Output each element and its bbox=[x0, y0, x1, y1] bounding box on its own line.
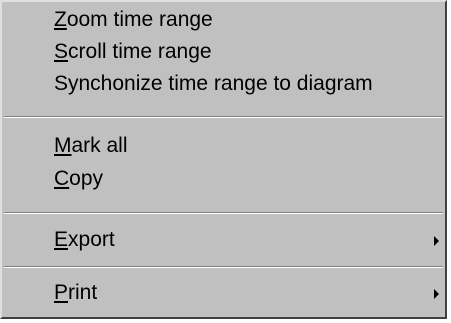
menu-item-label: Mark all bbox=[54, 130, 128, 162]
menu-item-text: rint bbox=[68, 281, 98, 304]
menu-item-label: Copy bbox=[54, 163, 103, 195]
menu-item-zoom-time-range[interactable]: Zoom time range bbox=[2, 4, 445, 36]
menu-item-text: ark all bbox=[71, 134, 128, 157]
menu-item-export[interactable]: Export bbox=[2, 224, 445, 256]
menu-item-text: oom time range bbox=[66, 8, 213, 31]
menu-item-label: Export bbox=[54, 224, 115, 256]
menu-item-accelerator: C bbox=[54, 167, 70, 190]
menu-item-label: Print bbox=[54, 277, 97, 309]
menu-item-text: Synchonize time range to diagram bbox=[54, 72, 373, 95]
menu-item-accelerator: E bbox=[54, 228, 69, 251]
menu-item-print[interactable]: Print bbox=[2, 277, 445, 309]
menu-item-accelerator: M bbox=[54, 134, 72, 157]
menu-item-text: opy bbox=[69, 167, 104, 190]
context-menu: Zoom time range Scroll time range Syncho… bbox=[0, 0, 447, 319]
triangle-right-icon bbox=[434, 289, 439, 299]
menu-separator bbox=[4, 116, 443, 118]
menu-separator bbox=[4, 212, 443, 214]
menu-item-scroll-time-range[interactable]: Scroll time range bbox=[2, 36, 445, 68]
menu-item-mark-all[interactable]: Mark all bbox=[2, 130, 445, 162]
menu-separator bbox=[4, 266, 443, 268]
menu-item-accelerator: P bbox=[54, 281, 69, 304]
menu-item-copy[interactable]: Copy bbox=[2, 163, 445, 195]
menu-item-text: xport bbox=[68, 228, 115, 251]
triangle-right-icon bbox=[434, 236, 439, 246]
menu-item-label: Synchonize time range to diagram bbox=[54, 68, 373, 100]
menu-item-accelerator: S bbox=[54, 40, 69, 63]
menu-item-text: croll time range bbox=[68, 40, 212, 63]
menu-item-label: Scroll time range bbox=[54, 36, 212, 68]
menu-item-label: Zoom time range bbox=[54, 4, 213, 36]
menu-item-synchronize-time-range[interactable]: Synchonize time range to diagram bbox=[2, 68, 445, 100]
menu-item-accelerator: Z bbox=[54, 8, 67, 31]
